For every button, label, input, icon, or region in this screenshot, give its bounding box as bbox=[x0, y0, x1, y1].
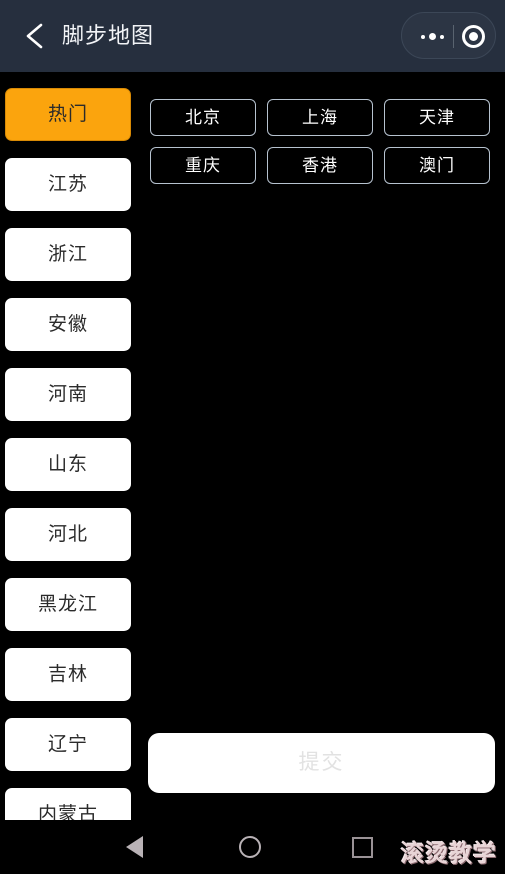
city-chip-label: 上海 bbox=[302, 108, 338, 127]
sidebar-item-label: 内蒙古 bbox=[37, 804, 98, 820]
city-chip-label: 北京 bbox=[185, 108, 221, 127]
sidebar-item-jiangsu[interactable]: 江苏 bbox=[5, 158, 131, 211]
sidebar-item-hot[interactable]: 热门 bbox=[5, 88, 131, 141]
sidebar-item-henan[interactable]: 河南 bbox=[5, 368, 131, 421]
city-chip-label: 重庆 bbox=[185, 156, 221, 175]
sidebar-item-zhejiang[interactable]: 浙江 bbox=[5, 228, 131, 281]
sidebar-item-liaoning[interactable]: 辽宁 bbox=[5, 718, 131, 771]
city-chip-chongqing[interactable]: 重庆 bbox=[150, 147, 256, 184]
more-dots-icon[interactable] bbox=[414, 13, 450, 60]
city-chip-beijing[interactable]: 北京 bbox=[150, 99, 256, 136]
arrow-left-icon bbox=[26, 23, 43, 49]
app-screen: 脚步地图 热门 江苏 浙江 安徽 河南 山东 河北 黑龙江 吉林 辽宁 内蒙古 … bbox=[0, 0, 505, 874]
sidebar-item-neimenggu[interactable]: 内蒙古 bbox=[5, 788, 131, 820]
city-chip-macau[interactable]: 澳门 bbox=[384, 147, 490, 184]
capsule-divider bbox=[453, 25, 454, 48]
target-circle-icon[interactable] bbox=[462, 25, 485, 48]
sidebar-item-heilongjiang[interactable]: 黑龙江 bbox=[5, 578, 131, 631]
city-chip-grid: 北京 上海 天津 重庆 香港 澳门 bbox=[150, 99, 500, 184]
sidebar-item-jilin[interactable]: 吉林 bbox=[5, 648, 131, 701]
watermark-text: 滚烫教学 bbox=[401, 840, 497, 866]
city-chip-tianjin[interactable]: 天津 bbox=[384, 99, 490, 136]
submit-button[interactable]: 提交 bbox=[148, 733, 495, 793]
sidebar-item-label: 黑龙江 bbox=[37, 594, 98, 615]
sidebar-item-label: 吉林 bbox=[47, 664, 88, 685]
page-title: 脚步地图 bbox=[62, 23, 155, 48]
city-chip-label: 澳门 bbox=[419, 156, 455, 175]
sidebar-item-label: 山东 bbox=[47, 454, 88, 475]
sidebar-item-anhui[interactable]: 安徽 bbox=[5, 298, 131, 351]
android-navbar: 滚烫教学 bbox=[0, 820, 505, 874]
city-chip-shanghai[interactable]: 上海 bbox=[267, 99, 373, 136]
square-recents-icon[interactable] bbox=[352, 837, 373, 858]
app-header: 脚步地图 bbox=[0, 0, 505, 72]
sidebar-item-label: 浙江 bbox=[47, 244, 88, 265]
submit-button-label: 提交 bbox=[298, 751, 345, 774]
triangle-back-icon[interactable] bbox=[126, 836, 143, 858]
sidebar-item-label: 安徽 bbox=[47, 314, 88, 335]
city-chip-label: 天津 bbox=[419, 108, 455, 127]
sidebar-item-label: 江苏 bbox=[47, 174, 88, 195]
sidebar-item-shandong[interactable]: 山东 bbox=[5, 438, 131, 491]
city-chip-hongkong[interactable]: 香港 bbox=[267, 147, 373, 184]
back-button[interactable] bbox=[18, 18, 54, 54]
sidebar-item-label: 河北 bbox=[47, 524, 88, 545]
wechat-capsule bbox=[401, 12, 496, 59]
province-sidebar[interactable]: 热门 江苏 浙江 安徽 河南 山东 河北 黑龙江 吉林 辽宁 内蒙古 bbox=[0, 72, 140, 820]
sidebar-item-label: 辽宁 bbox=[47, 734, 88, 755]
circle-home-icon[interactable] bbox=[239, 836, 261, 858]
sidebar-item-label: 河南 bbox=[47, 384, 88, 405]
city-chip-label: 香港 bbox=[302, 156, 338, 175]
sidebar-item-label: 热门 bbox=[47, 104, 88, 125]
city-panel: 北京 上海 天津 重庆 香港 澳门 提交 bbox=[140, 72, 505, 820]
sidebar-item-hebei[interactable]: 河北 bbox=[5, 508, 131, 561]
